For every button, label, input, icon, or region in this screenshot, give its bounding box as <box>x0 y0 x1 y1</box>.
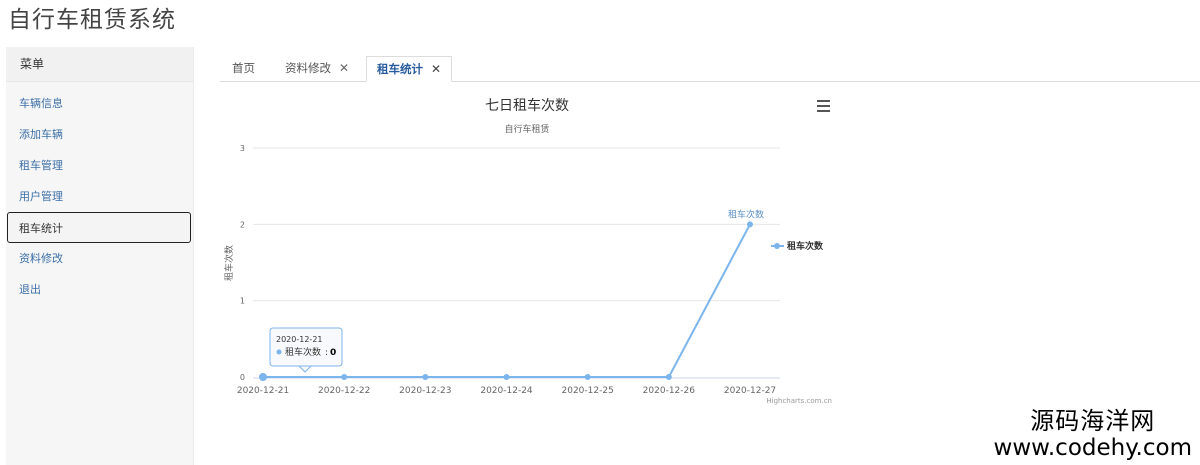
data-point <box>747 221 753 228</box>
y-tick-label: 0 <box>240 373 245 382</box>
x-tick-label: 2020-12-25 <box>562 386 614 396</box>
watermark: 源码海洋网 www.codehy.com <box>994 407 1192 461</box>
chart-subtitle: 自行车租赁 <box>504 123 549 135</box>
tooltip-box <box>269 327 343 367</box>
y-tick-label: 3 <box>240 144 245 153</box>
y-tick-label: 1 <box>240 297 245 306</box>
data-point <box>422 374 429 380</box>
data-point <box>341 374 348 380</box>
tooltip-marker <box>276 349 282 355</box>
chart-credits: Highcharts.com.cn <box>766 397 832 405</box>
y-tick-label: 2 <box>240 220 245 229</box>
tooltip-date: 2020-12-21 <box>276 335 323 344</box>
watermark-url: www.codehy.com <box>993 435 1192 461</box>
data-point <box>584 374 591 380</box>
series-end-label: 租车次数 <box>728 208 764 220</box>
tooltip-pointer <box>297 365 313 373</box>
legend-marker <box>774 243 780 249</box>
chart-title: 七日租车次数 <box>485 97 569 114</box>
x-tick-label: 2020-12-26 <box>643 386 696 396</box>
rental-chart: 七日租车次数自行车租赁 0 1 2 3 租车次数 2020-12-21 2020-12-22 2… <box>223 97 832 405</box>
data-point <box>665 374 672 380</box>
x-tick-label: 2020-12-27 <box>724 386 776 396</box>
legend-label: 租车次数 <box>787 240 824 252</box>
watermark-name: 源码海洋网 <box>1030 407 1156 435</box>
x-tick-label: 2020-12-23 <box>399 386 451 396</box>
x-tick-label: 2020-12-22 <box>318 386 370 396</box>
tooltip-series: 租车次数 <box>285 346 321 358</box>
tooltip-value: 0 <box>330 348 336 358</box>
hamburger-icon[interactable] <box>817 100 830 115</box>
data-point <box>259 373 267 381</box>
y-axis-title: 租车次数 <box>223 245 235 281</box>
data-point <box>503 374 510 380</box>
x-tick-label: 2020-12-24 <box>480 386 533 396</box>
tooltip-colon: : <box>325 348 328 358</box>
x-tick-label: 2020-12-21 <box>237 386 289 396</box>
